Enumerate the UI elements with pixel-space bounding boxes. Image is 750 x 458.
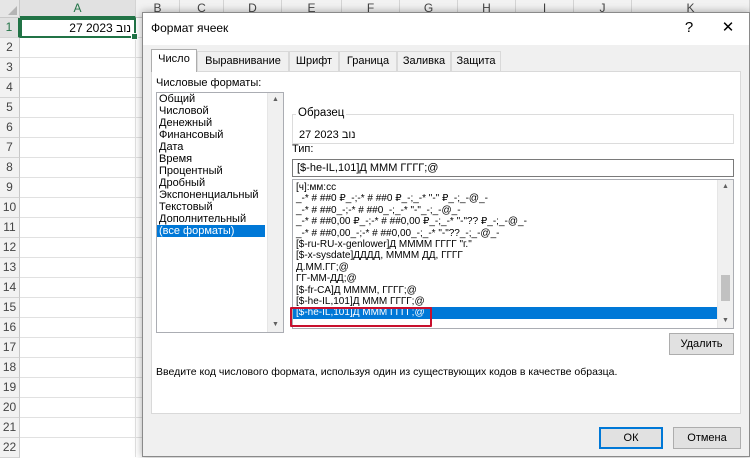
scroll-thumb[interactable] (721, 275, 730, 301)
row-header-11[interactable]: 11 (0, 218, 20, 238)
row-header-7[interactable]: 7 (0, 138, 20, 158)
category-item[interactable]: Процентный (157, 165, 283, 177)
row-header-20[interactable]: 20 (0, 398, 20, 418)
category-item[interactable]: Дополнительный (157, 213, 283, 225)
format-cells-dialog: Формат ячеек ? ✕ Число Выравнивание Шриф… (142, 12, 750, 457)
tab-number[interactable]: Число (151, 49, 197, 72)
category-item[interactable]: Финансовый (157, 129, 283, 141)
help-icon[interactable]: ? (681, 19, 697, 37)
row-header-5[interactable]: 5 (0, 98, 20, 118)
format-code-input[interactable]: [$-he-IL,101]Д МММ ГГГГ;@ (292, 159, 734, 177)
category-item[interactable]: Текстовый (157, 201, 283, 213)
format-list-item[interactable]: ГГ-ММ-ДД;@ (293, 273, 733, 284)
scroll-up-icon[interactable]: ▲ (718, 180, 733, 194)
row-header-8[interactable]: 8 (0, 158, 20, 178)
tab-fill[interactable]: Заливка (397, 51, 451, 71)
row-header-22[interactable]: 22 (0, 438, 20, 458)
row-header-2[interactable]: 2 (0, 38, 20, 58)
format-list-item[interactable]: _-* # ##0,00_-;-* # ##0,00_-;_-* "-"??_-… (293, 228, 733, 239)
row-header-18[interactable]: 18 (0, 358, 20, 378)
dialog-title: Формат ячеек (151, 21, 229, 35)
hint-text: Введите код числового формата, используя… (156, 366, 618, 378)
category-item[interactable]: Экспоненциальный (157, 189, 283, 201)
highlight-box (290, 307, 432, 327)
fill-handle[interactable] (131, 33, 138, 40)
cancel-button[interactable]: Отмена (673, 427, 741, 449)
tab-border[interactable]: Граница (339, 51, 397, 71)
format-list-item[interactable]: Д.ММ.ГГ;@ (293, 262, 733, 273)
row-header-9[interactable]: 9 (0, 178, 20, 198)
row-header-3[interactable]: 3 (0, 58, 20, 78)
delete-button[interactable]: Удалить (669, 333, 734, 355)
row-header-10[interactable]: 10 (0, 198, 20, 218)
select-all-corner[interactable] (0, 0, 20, 18)
sample-label: Образец (296, 107, 347, 119)
format-list-item[interactable]: _-* # ##0 ₽_-;-* # ##0 ₽_-;_-* "-" ₽_-;_… (293, 193, 733, 204)
tab-font[interactable]: Шрифт (289, 51, 339, 71)
category-list[interactable]: Общий Числовой Денежный Финансовый Дата … (156, 92, 284, 333)
category-item-selected[interactable]: (все форматы) (157, 225, 265, 237)
row-header-17[interactable]: 17 (0, 338, 20, 358)
format-list-item[interactable]: [$-he-IL,101]Д МММ ГГГГ;@ (293, 296, 733, 307)
format-list-item[interactable]: [ч]:мм:сс (293, 182, 733, 193)
row-header-13[interactable]: 13 (0, 258, 20, 278)
number-tab-panel: Числовые форматы: Общий Числовой Денежны… (151, 71, 741, 414)
scroll-up-icon[interactable]: ▲ (268, 93, 283, 107)
format-list-scrollbar[interactable]: ▲ ▼ (717, 180, 733, 328)
row-header-1[interactable]: 1 (0, 18, 20, 38)
cell-a1-value: 27 נוב 2023 (69, 21, 131, 35)
row-header-12[interactable]: 12 (0, 238, 20, 258)
row-header-6[interactable]: 6 (0, 118, 20, 138)
scroll-down-icon[interactable]: ▼ (268, 318, 283, 332)
cell-a1[interactable]: 27 נוב 2023 (20, 18, 138, 40)
sample-group: 27 נוב 2023 (292, 114, 734, 144)
category-item[interactable]: Общий (157, 93, 283, 105)
close-icon[interactable]: ✕ (715, 17, 741, 39)
row-header-21[interactable]: 21 (0, 418, 20, 438)
ok-button[interactable]: ОК (599, 427, 663, 449)
category-item[interactable]: Числовой (157, 105, 283, 117)
sample-value: 27 נוב 2023 (299, 129, 356, 141)
tab-alignment[interactable]: Выравнивание (197, 51, 289, 71)
format-list-item[interactable]: [$-x-sysdate]ДДДД, ММММ ДД, ГГГГ (293, 250, 733, 261)
row-header-15[interactable]: 15 (0, 298, 20, 318)
category-scrollbar[interactable]: ▲ ▼ (267, 93, 283, 332)
row-header-19[interactable]: 19 (0, 378, 20, 398)
format-list-item[interactable]: _-* # ##0,00 ₽_-;-* # ##0,00 ₽_-;_-* "-"… (293, 216, 733, 227)
category-item[interactable]: Время (157, 153, 283, 165)
format-list-item[interactable]: [$-fr-CA]Д ММММ, ГГГГ;@ (293, 285, 733, 296)
format-list-item[interactable]: _-* # ##0_-;-* # ##0_-;_-* "-"_-;_-@_- (293, 205, 733, 216)
dialog-titlebar[interactable]: Формат ячеек ? ✕ (143, 13, 749, 45)
column-header-a[interactable]: A (20, 0, 136, 18)
tab-protection[interactable]: Защита (451, 51, 501, 71)
scroll-down-icon[interactable]: ▼ (718, 314, 733, 328)
category-item[interactable]: Денежный (157, 117, 283, 129)
type-label: Тип: (292, 143, 314, 155)
categories-label: Числовые форматы: (156, 77, 262, 89)
row-header-14[interactable]: 14 (0, 278, 20, 298)
row-header-4[interactable]: 4 (0, 78, 20, 98)
category-item[interactable]: Дробный (157, 177, 283, 189)
category-item[interactable]: Дата (157, 141, 283, 153)
row-header-16[interactable]: 16 (0, 318, 20, 338)
format-list-item[interactable]: [$-ru-RU-x-genlower]Д ММММ ГГГГ "г." (293, 239, 733, 250)
